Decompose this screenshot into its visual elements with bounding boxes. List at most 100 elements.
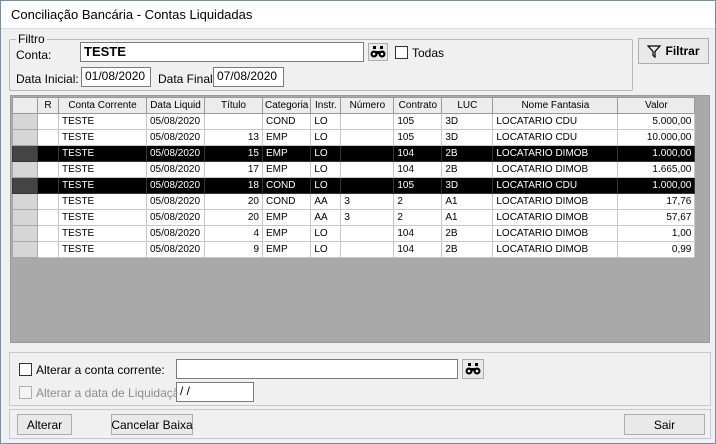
cell-valor[interactable]: 57,67	[617, 209, 696, 226]
cell-titulo[interactable]: 9	[204, 241, 263, 258]
cell-numero[interactable]: 3	[340, 209, 395, 226]
col-header-instr[interactable]: Instr.	[310, 97, 342, 114]
cell-valor[interactable]: 1.000,00	[617, 145, 696, 162]
cell-conta-corrente[interactable]: TESTE	[58, 241, 147, 258]
table-row[interactable]: TESTE 05/08/2020 20 COND AA 3 2 A1 LOCATARIO DIM…	[12, 193, 696, 210]
cell-r[interactable]	[37, 193, 59, 210]
col-header-categoria[interactable]: Categoria	[261, 97, 312, 114]
cell-conta-corrente[interactable]: TESTE	[58, 209, 147, 226]
cell-r[interactable]	[37, 129, 59, 146]
cell-numero[interactable]	[340, 129, 395, 146]
col-header-data-liquid[interactable]: Data Liquid	[146, 97, 205, 114]
cell-nome-fantasia[interactable]: LOCATARIO DIMOB	[492, 241, 619, 258]
table-row[interactable]: TESTE 05/08/2020 15 EMP LO 104 2B LOCATARIO DIM…	[12, 145, 696, 162]
cell-numero[interactable]	[340, 161, 395, 178]
cell-valor[interactable]: 17,76	[617, 193, 696, 210]
cell-categoria[interactable]: EMP	[261, 241, 312, 258]
col-header-titulo[interactable]: Título	[204, 97, 263, 114]
alterar-data-input[interactable]: / /	[176, 382, 254, 402]
row-selector[interactable]	[12, 129, 38, 146]
cell-titulo[interactable]	[204, 113, 263, 130]
cell-nome-fantasia[interactable]: LOCATARIO DIMOB	[492, 225, 619, 242]
row-selector[interactable]	[12, 241, 38, 258]
cell-data-liquid[interactable]: 05/08/2020	[146, 113, 205, 130]
table-row[interactable]: TESTE 05/08/2020 4 EMP LO 104 2B LOCATARIO DIMO…	[12, 225, 696, 242]
cell-categoria[interactable]: EMP	[261, 161, 312, 178]
table-row[interactable]: TESTE 05/08/2020 COND LO 105 3D LOCATARIO CDU 5…	[12, 113, 696, 130]
cell-contrato[interactable]: 2	[393, 193, 443, 210]
row-selector[interactable]	[12, 113, 38, 130]
cell-numero[interactable]	[340, 145, 395, 162]
cell-categoria[interactable]: EMP	[261, 209, 312, 226]
cell-r[interactable]	[37, 241, 59, 258]
row-selector[interactable]	[12, 145, 38, 162]
todas-checkbox[interactable]	[395, 46, 408, 59]
col-header-luc[interactable]: LUC	[441, 97, 494, 114]
alterar-conta-input[interactable]	[176, 359, 458, 379]
cell-contrato[interactable]: 104	[393, 145, 443, 162]
cell-luc[interactable]: 3D	[441, 177, 494, 194]
conta-input[interactable]: TESTE	[80, 42, 364, 62]
cell-titulo[interactable]: 20	[204, 209, 263, 226]
cell-luc[interactable]: 2B	[441, 145, 494, 162]
cell-conta-corrente[interactable]: TESTE	[58, 129, 147, 146]
cell-titulo[interactable]: 4	[204, 225, 263, 242]
cell-categoria[interactable]: COND	[261, 177, 312, 194]
cancelar-baixa-button[interactable]: Cancelar Baixa	[111, 414, 193, 435]
col-header-numero[interactable]: Número	[340, 97, 395, 114]
cell-valor[interactable]: 10.000,00	[617, 129, 696, 146]
conta-search-button[interactable]	[368, 43, 388, 61]
alterar-conta-checkbox[interactable]	[19, 363, 32, 376]
cell-numero[interactable]: 3	[340, 193, 395, 210]
cell-valor[interactable]: 1.000,00	[617, 177, 696, 194]
cell-contrato[interactable]: 105	[393, 129, 443, 146]
cell-instr[interactable]: LO	[310, 145, 342, 162]
cell-luc[interactable]: A1	[441, 193, 494, 210]
cell-r[interactable]	[37, 209, 59, 226]
cell-titulo[interactable]: 17	[204, 161, 263, 178]
cell-contrato[interactable]: 104	[393, 241, 443, 258]
cell-r[interactable]	[37, 145, 59, 162]
cell-numero[interactable]	[340, 113, 395, 130]
cell-nome-fantasia[interactable]: LOCATARIO CDU	[492, 177, 619, 194]
cell-nome-fantasia[interactable]: LOCATARIO CDU	[492, 129, 619, 146]
cell-conta-corrente[interactable]: TESTE	[58, 113, 147, 130]
cell-conta-corrente[interactable]: TESTE	[58, 193, 147, 210]
table-row[interactable]: TESTE 05/08/2020 9 EMP LO 104 2B LOCATARIO DIMO…	[12, 241, 696, 258]
cell-categoria[interactable]: EMP	[261, 225, 312, 242]
alterar-data-checkbox[interactable]	[19, 386, 32, 399]
cell-contrato[interactable]: 105	[393, 177, 443, 194]
cell-instr[interactable]: LO	[310, 129, 342, 146]
table-row[interactable]: TESTE 05/08/2020 20 EMP AA 3 2 A1 LOCATARIO DIMO…	[12, 209, 696, 226]
cell-instr[interactable]: LO	[310, 225, 342, 242]
row-selector[interactable]	[12, 225, 38, 242]
cell-titulo[interactable]: 20	[204, 193, 263, 210]
cell-titulo[interactable]: 18	[204, 177, 263, 194]
table-row[interactable]: TESTE 05/08/2020 13 EMP LO 105 3D LOCATARIO CDU…	[12, 129, 696, 146]
cell-luc[interactable]: 3D	[441, 129, 494, 146]
cell-categoria[interactable]: EMP	[261, 129, 312, 146]
cell-conta-corrente[interactable]: TESTE	[58, 225, 147, 242]
cell-r[interactable]	[37, 161, 59, 178]
cell-luc[interactable]: 2B	[441, 225, 494, 242]
cell-valor[interactable]: 1,00	[617, 225, 696, 242]
cell-nome-fantasia[interactable]: LOCATARIO DIMOB	[492, 193, 619, 210]
alterar-button[interactable]: Alterar	[17, 414, 72, 435]
row-selector[interactable]	[12, 209, 38, 226]
cell-instr[interactable]: LO	[310, 241, 342, 258]
cell-numero[interactable]	[340, 225, 395, 242]
sair-button[interactable]: Sair	[624, 414, 705, 435]
table-row[interactable]: TESTE 05/08/2020 17 EMP LO 104 2B LOCATARIO DIM…	[12, 161, 696, 178]
col-header-r[interactable]: R	[37, 97, 59, 114]
cell-data-liquid[interactable]: 05/08/2020	[146, 129, 205, 146]
cell-data-liquid[interactable]: 05/08/2020	[146, 193, 205, 210]
cell-luc[interactable]: 3D	[441, 113, 494, 130]
cell-titulo[interactable]: 13	[204, 129, 263, 146]
cell-nome-fantasia[interactable]: LOCATARIO DIMOB	[492, 145, 619, 162]
cell-nome-fantasia[interactable]: LOCATARIO DIMOB	[492, 161, 619, 178]
filtrar-button[interactable]: Filtrar	[638, 38, 709, 64]
cell-instr[interactable]: LO	[310, 161, 342, 178]
cell-instr[interactable]: AA	[310, 193, 342, 210]
cell-r[interactable]	[37, 113, 59, 130]
col-header-contrato[interactable]: Contrato	[393, 97, 443, 114]
